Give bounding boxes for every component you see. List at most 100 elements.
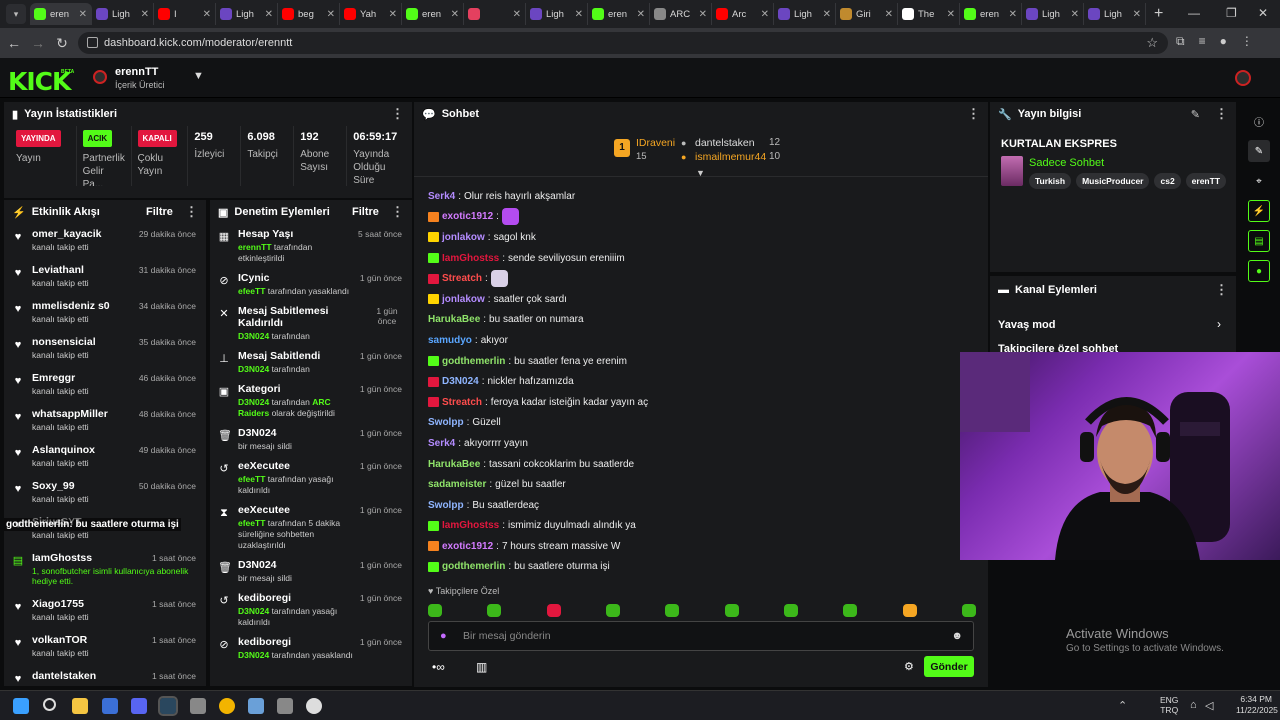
emoji-icon[interactable]: ☻ <box>951 630 963 642</box>
tab-close-icon[interactable]: ✕ <box>1009 9 1017 20</box>
moderator-name[interactable]: D3N024 <box>238 650 269 660</box>
emote-icon[interactable] <box>487 604 502 617</box>
info-kebab-icon[interactable]: ⋮ <box>1215 106 1228 122</box>
stream-tag[interactable]: erenTT <box>1185 173 1227 189</box>
focus-icon[interactable]: ⌖ <box>1248 170 1270 192</box>
tray-chevron-icon[interactable]: ⌃ <box>1118 699 1127 712</box>
moderator-name[interactable]: efeeTT <box>238 518 265 528</box>
file-explorer-icon[interactable] <box>72 698 88 714</box>
emote-icon[interactable] <box>546 604 561 617</box>
language-indicator[interactable]: ENG TRQ <box>1160 695 1178 715</box>
moderation-item[interactable]: ⧗ eeXecutee efeeTT tarafından 5 dakika sür… <box>218 500 404 555</box>
chat-message[interactable]: IamGhostss: ismimiz duyulmadı alındık ya <box>414 516 988 537</box>
browser-tab[interactable]: eren ✕ <box>960 3 1022 25</box>
chat-username[interactable]: HarukaBee <box>428 314 480 325</box>
browser-tab[interactable]: Ligh ✕ <box>216 3 278 25</box>
chat-username[interactable]: HarukaBee <box>428 459 480 470</box>
browser-tab[interactable]: Yah ✕ <box>340 3 402 25</box>
tab-close-icon[interactable]: ✕ <box>79 9 87 20</box>
profile-icon[interactable]: ● <box>1220 34 1227 49</box>
slow-mode-item[interactable]: Yavaş mod <box>998 319 1055 331</box>
activity-item[interactable]: ♥ Emreggr kanalı takip etti 46 dakika önce <box>12 368 198 404</box>
browser-tab[interactable]: ARC ✕ <box>650 3 712 25</box>
tab-search-button[interactable]: ▾ <box>6 4 26 24</box>
emote-icon[interactable] <box>961 604 976 617</box>
search-icon[interactable] <box>43 698 56 711</box>
chrome-icon[interactable] <box>219 698 235 714</box>
microphone-icon[interactable]: ● <box>440 630 447 642</box>
site-info-icon[interactable] <box>87 37 98 48</box>
activity-item[interactable]: ♥ nonsensicial kanalı takip etti 35 dakika … <box>12 332 198 368</box>
store-icon[interactable] <box>102 698 118 714</box>
menu-icon[interactable]: ⋮ <box>1241 34 1253 49</box>
chat-username[interactable]: sadameister <box>428 479 486 490</box>
settings-gear-icon[interactable]: ⚙ <box>904 660 914 673</box>
user-avatar[interactable] <box>1235 70 1251 86</box>
tab-close-icon[interactable]: ✕ <box>575 9 583 20</box>
moderator-name[interactable]: D3N024 <box>238 364 269 374</box>
stats-kebab-icon[interactable]: ⋮ <box>391 106 404 122</box>
chat-username[interactable]: jonlakow <box>442 232 485 243</box>
followers-only-item[interactable]: Takipçilere özel sohbet <box>998 343 1118 352</box>
emote-icon[interactable] <box>724 604 739 617</box>
network-icon[interactable]: ⌂ <box>1190 699 1197 711</box>
emote-icon[interactable] <box>843 604 858 617</box>
tab-close-icon[interactable]: ✕ <box>513 9 521 20</box>
chat-kebab-icon[interactable]: ⋮ <box>967 106 980 122</box>
activity-kebab-icon[interactable]: ⋮ <box>185 204 198 220</box>
moderation-item[interactable]: ✕ Mesaj Sabitlemesi Kaldırıldı D3N024 tara… <box>218 301 404 346</box>
chat-bubble-icon[interactable]: ● <box>1248 260 1270 282</box>
chat-message[interactable]: Serk4: akıyorrrr yayın <box>414 433 988 454</box>
chat-message[interactable]: HarukaBee: tassani cokcoklarim bu saatler… <box>414 454 988 475</box>
links-icon[interactable]: •∞ <box>432 660 445 674</box>
chevron-right-icon[interactable]: › <box>1217 317 1221 331</box>
new-tab-button[interactable]: + <box>1154 5 1163 23</box>
activity-item[interactable]: ♥ Aslanquinox kanalı takip etti 49 dakika ö… <box>12 440 198 476</box>
moderation-item[interactable]: ▦ Hesap Yaşı erennTT tarafından etkinleşti… <box>218 224 404 268</box>
chat-message[interactable]: exotic1912: <box>414 207 988 228</box>
emote-icon[interactable] <box>783 604 798 617</box>
chat-message[interactable]: Swolpp: Bu saatlerdeaç <box>414 495 988 516</box>
moderator-name[interactable]: D3N024 <box>238 397 269 407</box>
steam-icon[interactable] <box>158 696 178 716</box>
browser-tab[interactable]: eren ✕ <box>30 3 92 25</box>
chat-username[interactable]: jonlakow <box>442 294 485 305</box>
bookmark-star-icon[interactable]: ☆ <box>1146 35 1158 51</box>
browser-tab[interactable]: ✕ <box>464 3 526 25</box>
moderation-item[interactable]: ↺ kediboregi D3N024 tarafından yasağı kald… <box>218 588 404 632</box>
restore-icon[interactable]: ❐ <box>1226 6 1237 20</box>
reading-list-icon[interactable]: ≡ <box>1199 34 1206 49</box>
browser-tab[interactable]: beg ✕ <box>278 3 340 25</box>
chat-username[interactable]: Streatch <box>442 397 482 408</box>
chat-message[interactable]: samudyo: akıyor <box>414 330 988 351</box>
app-icon[interactable] <box>248 698 264 714</box>
notes-icon[interactable]: ▤ <box>1248 230 1270 252</box>
stream-tag[interactable]: MusicProducer <box>1076 173 1150 189</box>
moderation-item[interactable]: ⊘ kediboregi D3N024 tarafından yasaklandı 1… <box>218 632 404 665</box>
tab-close-icon[interactable]: ✕ <box>265 9 273 20</box>
minimize-icon[interactable]: — <box>1188 6 1200 20</box>
tab-close-icon[interactable]: ✕ <box>1133 9 1141 20</box>
chevron-down-icon[interactable]: ▼ <box>193 70 204 82</box>
start-icon[interactable] <box>13 698 29 714</box>
tab-close-icon[interactable]: ✕ <box>761 9 769 20</box>
chat-username[interactable]: D3N024 <box>442 376 479 387</box>
emote-icon[interactable] <box>428 604 442 617</box>
chat-message[interactable]: jonlakow: saatler çok sardı <box>414 289 988 310</box>
chat-input[interactable]: ● Bir mesaj gönderin ☻ <box>428 621 974 651</box>
activity-item[interactable]: ♥ mmelisdeniz s0 kanalı takip etti 34 dakik… <box>12 296 198 332</box>
chat-username[interactable]: Serk4 <box>428 438 455 449</box>
chat-message[interactable]: HarukaBee: bu saatler on numara <box>414 310 988 331</box>
browser-tab[interactable]: Ligh ✕ <box>774 3 836 25</box>
browser-tab[interactable]: I ✕ <box>154 3 216 25</box>
extensions-icon[interactable]: ⧉ <box>1176 34 1185 49</box>
activity-item[interactable]: ♥ dantelstaken 1 saat önce <box>12 666 198 686</box>
browser-tab[interactable]: Ligh ✕ <box>1084 3 1146 25</box>
browser-tab[interactable]: Ligh ✕ <box>526 3 588 25</box>
back-icon[interactable]: ← <box>2 35 26 51</box>
chat-message[interactable]: godthemerlin: bu saatler fena ye erenim <box>414 351 988 372</box>
chat-message[interactable]: jonlakow: sagol knk <box>414 227 988 248</box>
chat-username[interactable]: Swolpp <box>428 500 464 511</box>
tab-close-icon[interactable]: ✕ <box>327 9 335 20</box>
tab-close-icon[interactable]: ✕ <box>947 9 955 20</box>
